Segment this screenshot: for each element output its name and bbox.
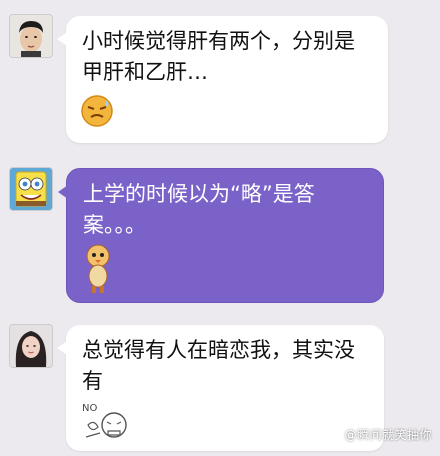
message-text-3: 总觉得有人在暗恋我，其实没有 bbox=[82, 338, 355, 393]
avatar-young-man[interactable] bbox=[10, 15, 52, 57]
sweat-smiley-sticker bbox=[80, 94, 114, 137]
message-bubble-1[interactable]: 小时候觉得肝有两个，分别是甲肝和乙肝… bbox=[57, 16, 388, 143]
message-bubble-2[interactable]: 上学的时候以为“略”是答案。。。 bbox=[58, 168, 384, 304]
chick-doll-sticker bbox=[83, 243, 113, 304]
message-text-1: 小时候觉得肝有两个，分别是甲肝和乙肝… bbox=[82, 29, 355, 84]
watermark-text: @瞬间就笑抽你 bbox=[344, 428, 432, 442]
no-doodle-sticker: NO bbox=[78, 397, 138, 456]
avatar-woman[interactable] bbox=[10, 325, 52, 367]
svg-text:NO: NO bbox=[82, 403, 97, 414]
message-text-2: 上学的时候以为“略”是答案。。。 bbox=[83, 182, 315, 237]
message-bubble-3[interactable]: 总觉得有人在暗恋我，其实没有 NO bbox=[57, 325, 384, 451]
avatar-spongebob[interactable] bbox=[10, 168, 52, 210]
